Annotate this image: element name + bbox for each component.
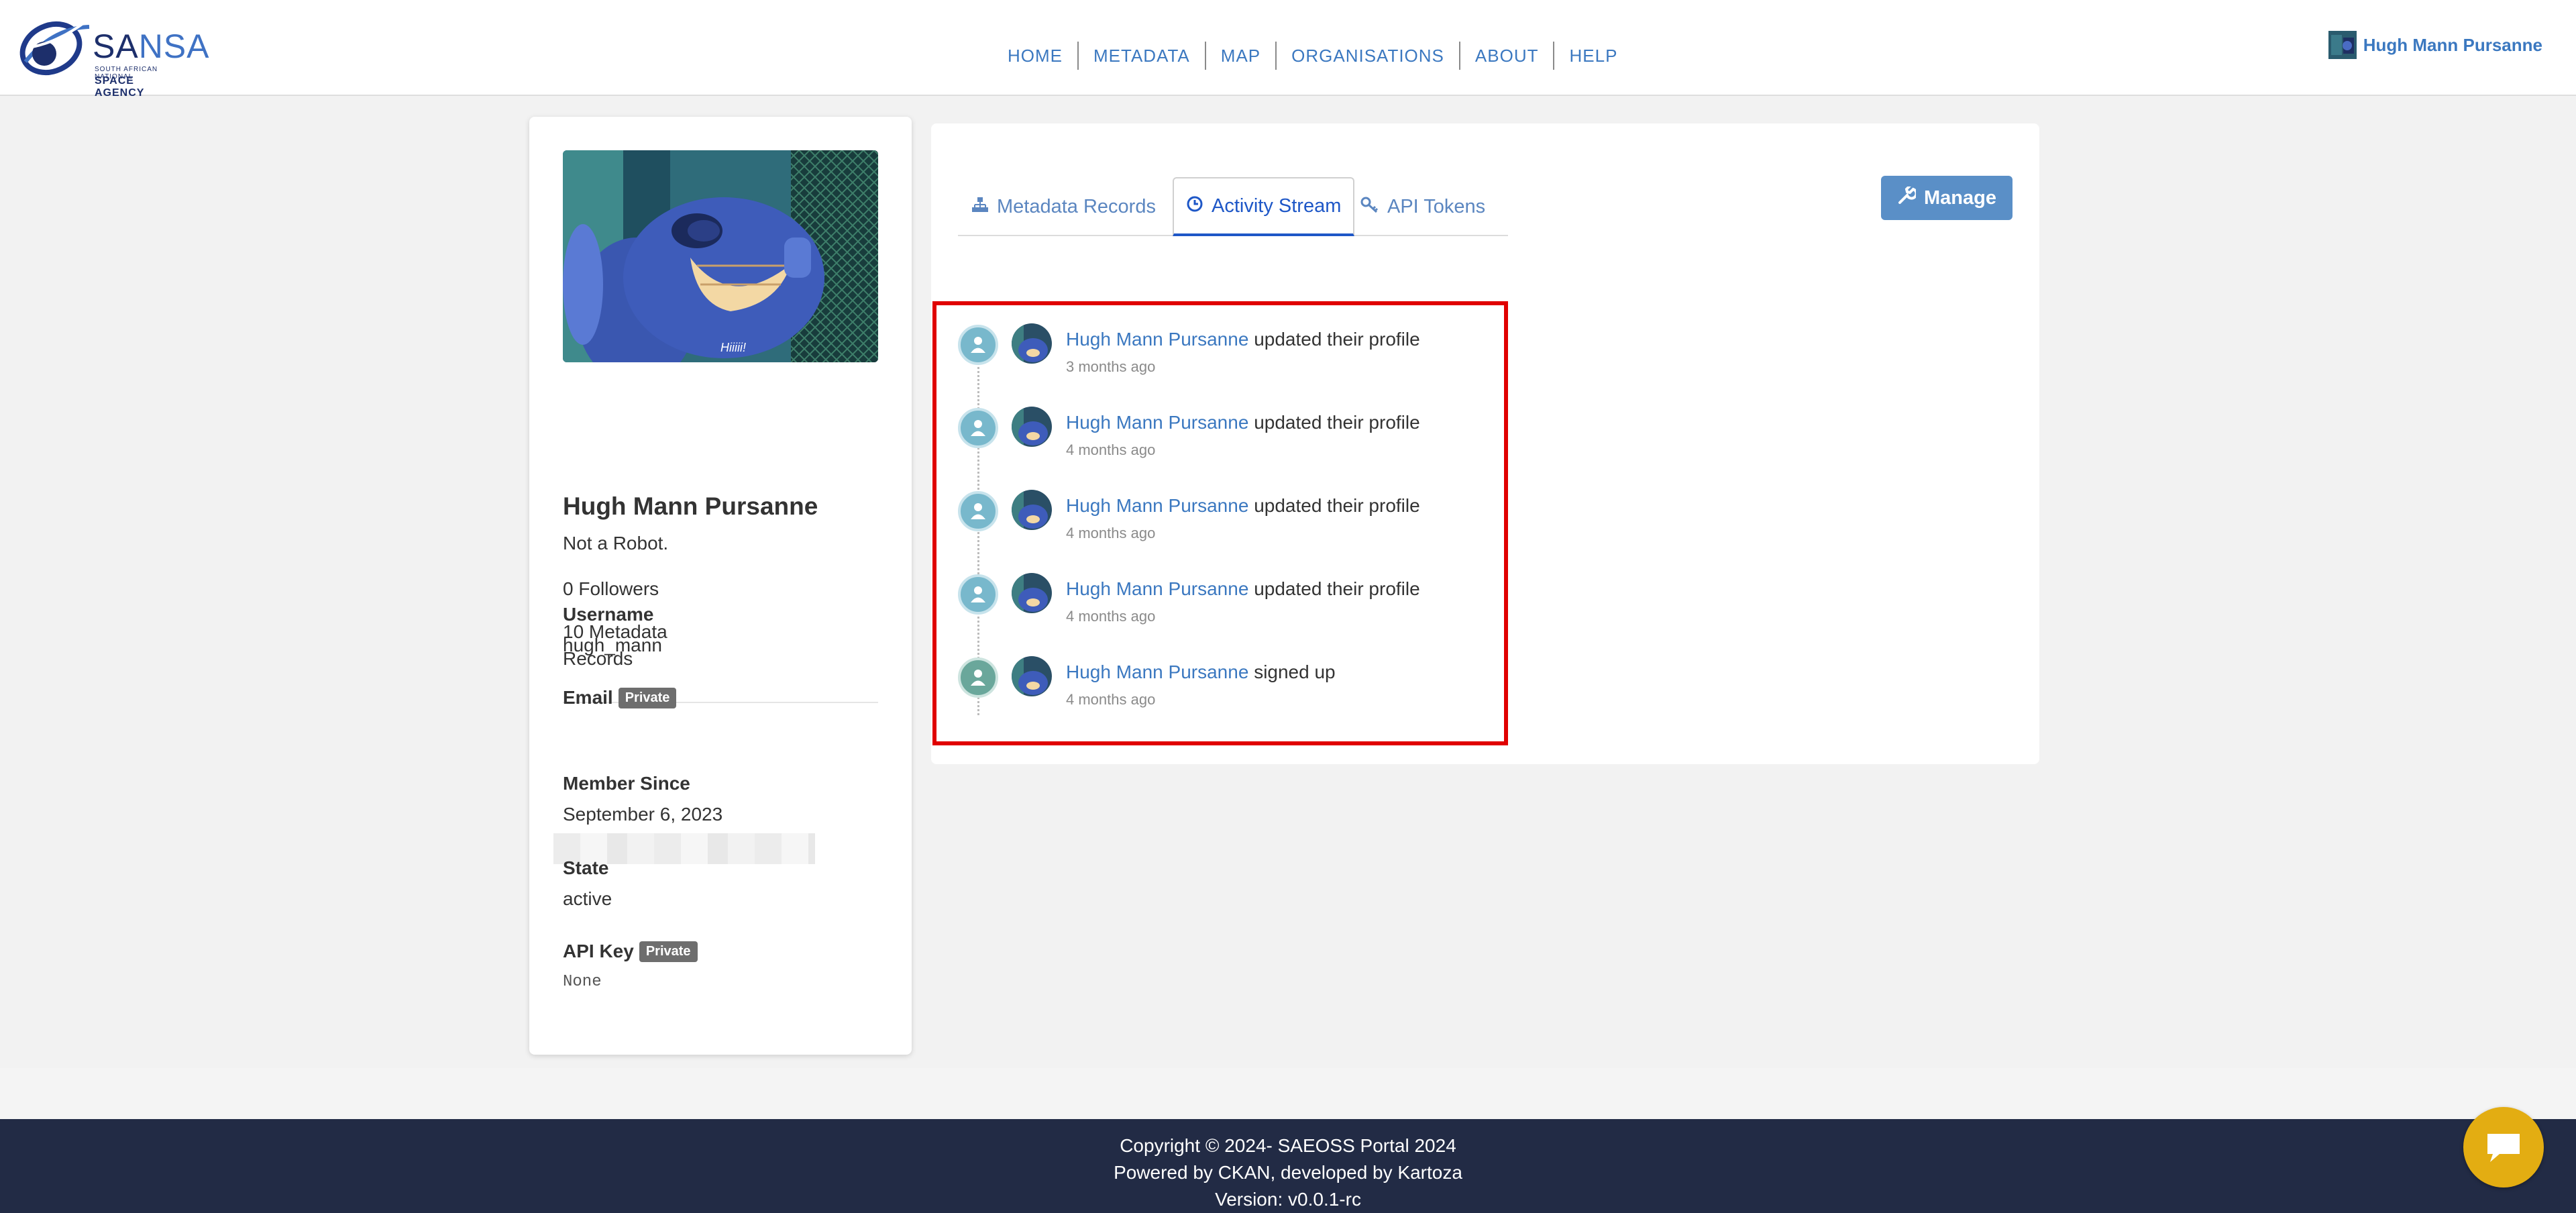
footer-version: Version: v0.0.1-rc [1215,1189,1361,1210]
activity-item: Hugh Mann Pursanne updated their profile… [958,321,1495,388]
key-icon [1360,196,1379,218]
nav-help[interactable]: HELP [1553,42,1632,70]
nav-about[interactable]: ABOUT [1458,42,1554,70]
activity-action: updated their profile [1254,329,1420,350]
state-label: State [563,857,609,878]
manage-button[interactable]: Manage [1881,176,2012,220]
profile-followers: 0 Followers [563,578,659,599]
activity-action: signed up [1254,662,1336,682]
activity-action: updated their profile [1254,578,1420,599]
activity-user-avatar [1012,323,1052,364]
footer-powered-by: Powered by CKAN, developed by Kartoza [1114,1162,1462,1183]
activity-user-avatar [1012,490,1052,530]
logo-subtitle-2: SPACE AGENCY [95,75,145,99]
member-since-label: Member Since [563,773,690,794]
activity-item: Hugh Mann Pursanne updated their profile… [958,570,1495,637]
chat-button[interactable] [2463,1107,2544,1188]
api-key-label: API Key Private [563,941,698,962]
image-caption: Hiiiii! [720,341,746,354]
api-key-private-badge: Private [639,941,698,962]
activity-item: Hugh Mann Pursanne updated their profile… [958,404,1495,471]
logo-wordmark: SANSA [93,28,210,65]
site-header: SANSA SOUTH AFRICAN NATIONAL SPACE AGENC… [0,0,2576,99]
user-activity-icon [958,408,998,448]
chat-icon [2487,1134,2520,1162]
tab-api-tokens[interactable]: API Tokens [1360,177,1485,236]
wrench-icon [1897,184,1918,210]
activity-actor-link[interactable]: Hugh Mann Pursanne [1066,495,1248,516]
tab-metadata-records[interactable]: Metadata Records [971,177,1156,236]
user-activity-icon [958,491,998,531]
sansa-swoosh-icon [19,20,90,75]
activity-user-avatar [1012,407,1052,447]
stitch-avatar-image: Hiiiii! [563,150,878,362]
activity-actor-link[interactable]: Hugh Mann Pursanne [1066,578,1248,599]
profile-about: Not a Robot. [563,533,669,553]
clock-icon [1186,195,1203,217]
username-value: hugh_mann [563,635,662,655]
member-since-value: September 6, 2023 [563,804,723,825]
nav-metadata[interactable]: METADATA [1077,42,1205,70]
nav-map[interactable]: MAP [1204,42,1275,70]
sitemap-icon [971,196,989,218]
activity-actor-link[interactable]: Hugh Mann Pursanne [1066,662,1248,682]
profile-tabs: Metadata Records Activity Stream API Tok… [958,177,1508,236]
activity-user-avatar [1012,573,1052,613]
api-key-value: None [563,973,602,991]
activity-time: 4 months ago [1066,441,1156,458]
nav-home[interactable]: HOME [993,42,1077,70]
activity-action: updated their profile [1254,412,1420,433]
user-menu[interactable]: Hugh Mann Pursanne [2328,31,2542,59]
activity-time: 4 months ago [1066,525,1156,541]
activity-time: 4 months ago [1066,691,1156,708]
username-label: Username [563,604,654,625]
activity-action: updated their profile [1254,495,1420,516]
footer-spacer [0,1068,2576,1119]
activity-actor-link[interactable]: Hugh Mann Pursanne [1066,412,1248,433]
activity-user-avatar [1012,656,1052,696]
email-label: Email Private [563,687,677,708]
tab-activity-stream[interactable]: Activity Stream [1173,177,1355,236]
profile-image: Hiiiii! [563,150,878,362]
activity-item: Hugh Mann Pursanne updated their profile… [958,487,1495,554]
user-signup-icon [958,657,998,698]
email-private-badge: Private [618,687,677,708]
user-activity-icon [958,574,998,615]
activity-item: Hugh Mann Pursanne signed up 4 months ag… [958,653,1495,721]
sansa-logo[interactable]: SANSA SOUTH AFRICAN NATIONAL SPACE AGENC… [19,15,209,99]
footer-copyright: Copyright © 2024- SAEOSS Portal 2024 [1120,1135,1456,1156]
activity-time: 3 months ago [1066,358,1156,375]
user-activity-icon [958,325,998,365]
profile-card: Hiiiii! Hugh Mann Pursanne Not a Robot. … [529,117,912,1055]
user-menu-name: Hugh Mann Pursanne [2363,34,2542,55]
activity-actor-link[interactable]: Hugh Mann Pursanne [1066,329,1248,350]
main-nav: HOME METADATA MAP ORGANISATIONS ABOUT HE… [993,42,1632,70]
state-value: active [563,888,612,909]
nav-organisations[interactable]: ORGANISATIONS [1275,42,1459,70]
user-avatar-small [2328,31,2357,59]
activity-time: 4 months ago [1066,608,1156,625]
profile-name: Hugh Mann Pursanne [563,492,818,520]
site-footer: Copyright © 2024- SAEOSS Portal 2024 Pow… [0,1119,2576,1213]
